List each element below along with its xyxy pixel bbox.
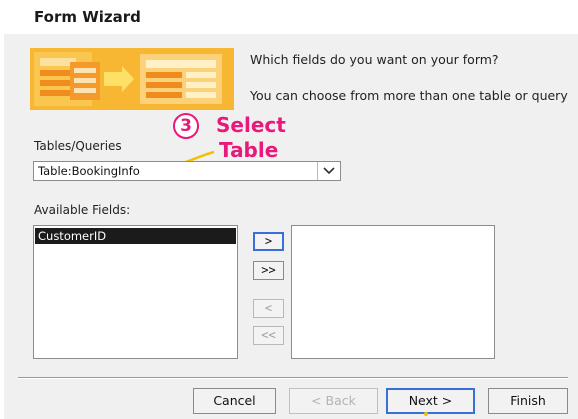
tables-queries-label: Tables/Queries: [34, 139, 122, 153]
footer-divider: [18, 377, 568, 379]
annotation-step-number: 3: [173, 113, 199, 139]
cancel-button[interactable]: Cancel: [193, 388, 276, 414]
annotation-line1: Select: [216, 113, 286, 137]
selected-fields-list[interactable]: [291, 225, 495, 359]
add-all-fields-button[interactable]: >>: [253, 261, 284, 280]
title-bar: Form Wizard: [0, 0, 578, 34]
remove-all-fields-button[interactable]: <<: [253, 326, 284, 345]
finish-button[interactable]: Finish: [488, 388, 568, 414]
available-fields-label: Available Fields:: [34, 203, 131, 217]
annotation-line2: Table: [219, 138, 279, 162]
wizard-hint: You can choose from more than one table …: [250, 88, 568, 103]
wizard-question: Which fields do you want on your form?: [250, 52, 499, 67]
remove-field-button[interactable]: <: [253, 299, 284, 318]
next-button[interactable]: Next >: [386, 388, 475, 414]
window-title: Form Wizard: [34, 8, 141, 26]
list-item[interactable]: CustomerID: [35, 228, 236, 244]
wizard-illustration-icon: [30, 48, 234, 110]
cursor-indicator-icon: [424, 412, 428, 416]
available-fields-list[interactable]: CustomerID: [33, 225, 238, 359]
add-field-button[interactable]: >: [253, 232, 284, 251]
chevron-down-icon[interactable]: [317, 162, 340, 180]
tables-queries-value: Table:BookingInfo: [38, 164, 140, 178]
back-button[interactable]: < Back: [289, 388, 378, 414]
tables-queries-select[interactable]: Table:BookingInfo: [33, 161, 341, 181]
